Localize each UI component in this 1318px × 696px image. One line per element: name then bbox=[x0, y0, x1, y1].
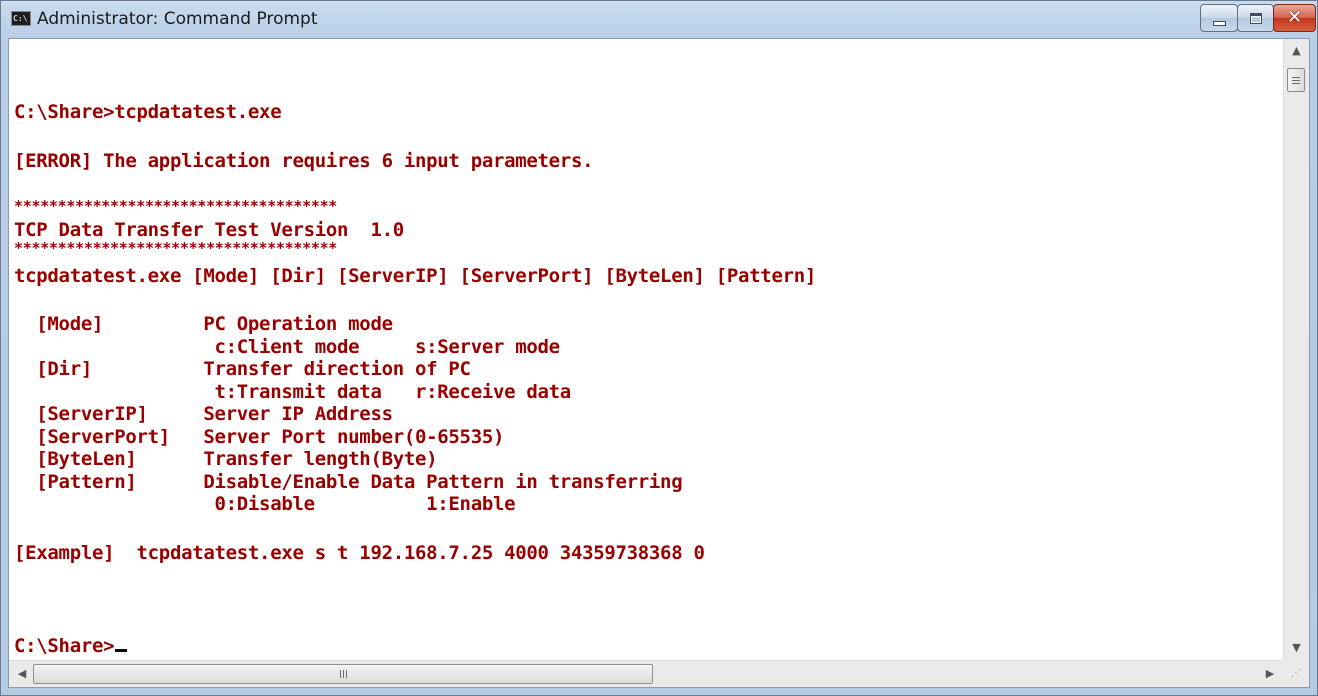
prompt-text: C:\Share> bbox=[14, 635, 115, 657]
console-line: [Mode] PC Operation mode bbox=[14, 313, 393, 335]
text-cursor bbox=[115, 649, 128, 652]
horizontal-scrollbar[interactable]: ◀ ▶ bbox=[9, 660, 1283, 687]
minimize-icon bbox=[1212, 20, 1226, 26]
arrow-right-icon[interactable]: ▶ bbox=[1259, 661, 1281, 687]
console-line: [Dir] Transfer direction of PC bbox=[14, 358, 471, 380]
console-line: [ServerIP] Server IP Address bbox=[14, 403, 393, 425]
console-line: [ByteLen] Transfer length(Byte) bbox=[14, 448, 438, 470]
console-line: c:Client mode s:Server mode bbox=[14, 336, 561, 358]
console-line: tcpdatatest.exe [Mode] [Dir] [ServerIP] … bbox=[14, 265, 817, 287]
vertical-scrollbar[interactable]: ▲ ▼ bbox=[1283, 39, 1309, 660]
console-output[interactable]: C:\Share>tcpdatatest.exe [ERROR] The app… bbox=[10, 40, 1282, 659]
arrow-down-icon[interactable]: ▼ bbox=[1284, 638, 1309, 658]
console-line: t:Transmit data r:Receive data bbox=[14, 381, 572, 403]
console-line: [ERROR] The application requires 6 input… bbox=[14, 150, 594, 172]
arrow-left-icon[interactable]: ◀ bbox=[11, 661, 33, 687]
title-bar[interactable]: C:\ Administrator: Command Prompt ✕ bbox=[1, 1, 1317, 37]
minimize-button[interactable] bbox=[1200, 4, 1238, 32]
close-button[interactable]: ✕ bbox=[1273, 4, 1316, 32]
vertical-scroll-thumb[interactable] bbox=[1287, 68, 1305, 92]
resize-grip-icon[interactable]: ⋰ bbox=[1283, 660, 1309, 687]
command-prompt-window: C:\ Administrator: Command Prompt ✕ C:\S… bbox=[0, 0, 1318, 696]
window-title: Administrator: Command Prompt bbox=[37, 9, 318, 29]
console-line: TCP Data Transfer Test Version 1.0 bbox=[14, 219, 404, 241]
prompt-line[interactable]: C:\Share> bbox=[14, 635, 128, 657]
horizontal-scroll-thumb[interactable] bbox=[33, 664, 653, 684]
console-line: ************************************* bbox=[14, 197, 338, 215]
console-line: ************************************* bbox=[14, 239, 338, 257]
maximize-button[interactable] bbox=[1237, 4, 1274, 32]
console-line: [Example] tcpdatatest.exe s t 192.168.7.… bbox=[14, 542, 705, 564]
console-line: 0:Disable 1:Enable bbox=[14, 493, 516, 515]
console-area[interactable]: C:\Share>tcpdatatest.exe [ERROR] The app… bbox=[8, 38, 1310, 688]
cmd-icon[interactable]: C:\ bbox=[11, 11, 31, 26]
console-line: [ServerPort] Server Port number(0-65535) bbox=[14, 426, 505, 448]
console-line: [Pattern] Disable/Enable Data Pattern in… bbox=[14, 471, 683, 493]
close-icon: ✕ bbox=[1286, 7, 1303, 28]
maximize-icon bbox=[1249, 12, 1262, 24]
arrow-up-icon[interactable]: ▲ bbox=[1284, 41, 1309, 61]
console-line: C:\Share>tcpdatatest.exe bbox=[14, 101, 282, 123]
